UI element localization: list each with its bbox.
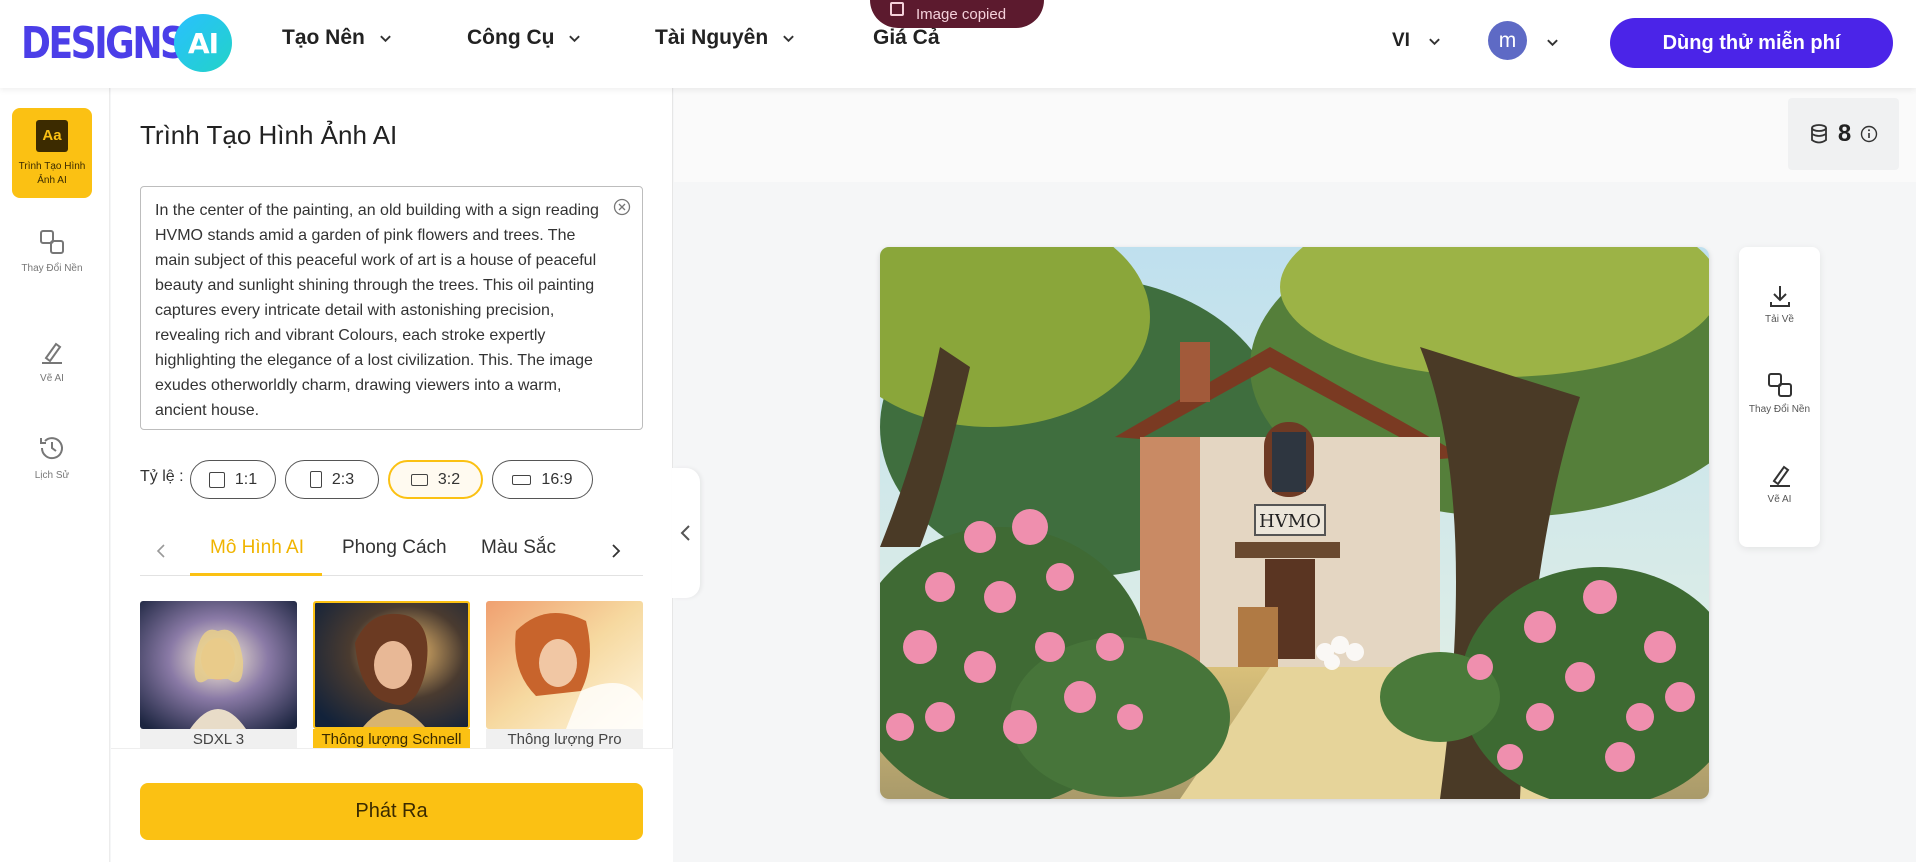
sidebar-item-label: Thay Đổi Nền <box>21 263 83 274</box>
nav-tools-label: Công Cụ <box>467 26 555 49</box>
tool-sidebar: Aa Trình Tạo Hình Ảnh AI Thay Đổi Nền Vẽ… <box>0 88 110 862</box>
chevron-down-icon <box>569 35 581 42</box>
landscape-ratio-icon <box>410 473 428 486</box>
free-trial-button[interactable]: Dùng thử miễn phí <box>1610 18 1893 68</box>
ratio-text: 3:2 <box>437 470 461 488</box>
model-card-sdxl3[interactable]: SDXL 3 <box>140 601 297 749</box>
chevron-down-icon[interactable] <box>1546 36 1559 49</box>
logo-ai-badge: AI <box>174 14 232 72</box>
image-action-toolbar: Tải Về Thay Đổi Nền Vẽ AI <box>1739 247 1820 547</box>
chevron-down-icon <box>783 35 794 42</box>
canvas-top-strip <box>674 88 1916 182</box>
history-icon <box>40 437 63 460</box>
pen-draw-icon <box>42 342 62 364</box>
sidebar-item-label: Vẽ AI <box>40 373 64 384</box>
nav-create[interactable]: Tạo Nên <box>282 26 392 50</box>
copied-toast: Image copied <box>870 0 1044 28</box>
sidebar-item-ai-image-generator[interactable]: Aa Trình Tạo Hình Ảnh AI <box>12 108 92 198</box>
model-thumbnail <box>313 601 470 729</box>
ratio-text: 2:3 <box>331 470 355 488</box>
nav-tools[interactable]: Công Cụ <box>467 26 581 50</box>
ratio-option-1-1[interactable]: 1:1 <box>190 460 276 499</box>
chevron-left-icon[interactable] <box>154 540 168 562</box>
user-avatar[interactable]: m <box>1488 21 1527 60</box>
swap-background-icon <box>1767 373 1792 397</box>
generated-image[interactable]: HVMO <box>880 247 1709 799</box>
model-card-schnell[interactable]: Thông lượng Schnell <box>313 601 470 749</box>
model-thumbnail <box>140 601 297 729</box>
generator-panel: Trình Tạo Hình Ảnh AI In the center of t… <box>111 88 673 862</box>
download-icon <box>1769 286 1790 307</box>
tool-label: Tải Về <box>1765 314 1794 325</box>
option-tabs: Mô Hình AI Phong Cách Màu Sắc <box>140 528 643 576</box>
clear-circle-icon[interactable] <box>613 198 631 216</box>
nav-resources[interactable]: Tài Nguyên <box>655 26 795 50</box>
nav-pricing[interactable]: Giá Cả <box>873 26 940 50</box>
ratio-label: Tỷ lệ : <box>140 468 184 485</box>
square-ratio-icon <box>208 471 225 488</box>
language-selector[interactable]: VI <box>1392 30 1441 52</box>
model-list: SDXL 3 Thông lượng Schnell Thông lượng P… <box>140 601 643 749</box>
logo-text: DESIGNS. <box>21 17 197 69</box>
model-label: SDXL 3 <box>140 729 297 749</box>
ratio-option-2-3[interactable]: 2:3 <box>285 460 379 499</box>
sidebar-item-label: Lịch Sử <box>34 470 70 481</box>
collapse-panel-button[interactable] <box>672 468 700 598</box>
pen-draw-icon <box>1769 465 1790 487</box>
sidebar-item-change-background[interactable]: Thay Đổi Nền <box>12 228 92 276</box>
chevron-down-icon <box>1429 38 1440 45</box>
download-button[interactable]: Tải Về <box>1739 283 1820 325</box>
model-label: Thông lượng Schnell <box>313 729 470 749</box>
model-label: Thông lượng Pro <box>486 729 643 749</box>
sidebar-item-ai-draw[interactable]: Vẽ AI <box>12 338 92 386</box>
credit-count: 8 <box>1837 120 1852 147</box>
designs-ai-logo[interactable]: DESIGNS. AI <box>21 14 233 72</box>
ai-draw-button[interactable]: Vẽ AI <box>1739 461 1820 505</box>
info-icon[interactable] <box>1860 125 1878 143</box>
nav-resources-label: Tài Nguyên <box>655 26 769 49</box>
toast-text: Image copied <box>916 6 1007 23</box>
coins-icon <box>1810 124 1827 144</box>
tab-style[interactable]: Phong Cách <box>342 537 447 559</box>
language-label: VI <box>1392 30 1410 51</box>
prompt-textarea[interactable]: In the center of the painting, an old bu… <box>140 186 643 430</box>
nav-create-label: Tạo Nên <box>282 26 365 49</box>
ratio-option-16-9[interactable]: 16:9 <box>492 460 593 499</box>
ratio-option-3-2[interactable]: 3:2 <box>388 460 483 499</box>
prompt-text: In the center of the painting, an old bu… <box>155 202 599 419</box>
top-header: DESIGNS. AI Tạo Nên Công Cụ Tài Nguyên G… <box>0 0 1916 88</box>
swap-background-icon <box>40 230 64 254</box>
tool-label: Vẽ AI <box>1767 494 1792 505</box>
ratio-text: 1:1 <box>234 470 258 488</box>
credit-counter: 8 <box>1788 98 1899 170</box>
image-sign-text: HVMO <box>1259 511 1321 532</box>
generate-button[interactable]: Phát Ra <box>140 783 643 840</box>
chevron-down-icon <box>380 35 391 42</box>
nav-pricing-label: Giá Cả <box>873 26 940 49</box>
tool-label: Thay Đổi Nền <box>1748 404 1811 415</box>
change-background-button[interactable]: Thay Đổi Nền <box>1739 371 1820 415</box>
wide-ratio-icon <box>512 474 532 485</box>
copy-icon <box>890 2 904 16</box>
tab-color[interactable]: Màu Sắc <box>481 537 556 559</box>
model-card-pro[interactable]: Thông lượng Pro <box>486 601 643 749</box>
sidebar-item-label: Trình Tạo Hình Ảnh AI <box>18 161 86 186</box>
portrait-ratio-icon <box>309 471 322 488</box>
generate-bar: Phát Ra <box>111 748 673 862</box>
chevron-right-icon[interactable] <box>609 540 623 562</box>
text-aa-icon: Aa <box>36 120 68 152</box>
sidebar-item-history[interactable]: Lịch Sử <box>12 433 92 483</box>
panel-title: Trình Tạo Hình Ảnh AI <box>140 120 398 150</box>
active-tab-indicator <box>190 573 322 576</box>
tab-ai-model[interactable]: Mô Hình AI <box>210 537 304 559</box>
model-thumbnail <box>486 601 643 729</box>
ratio-text: 16:9 <box>541 470 573 488</box>
chevron-left-icon <box>680 525 690 541</box>
